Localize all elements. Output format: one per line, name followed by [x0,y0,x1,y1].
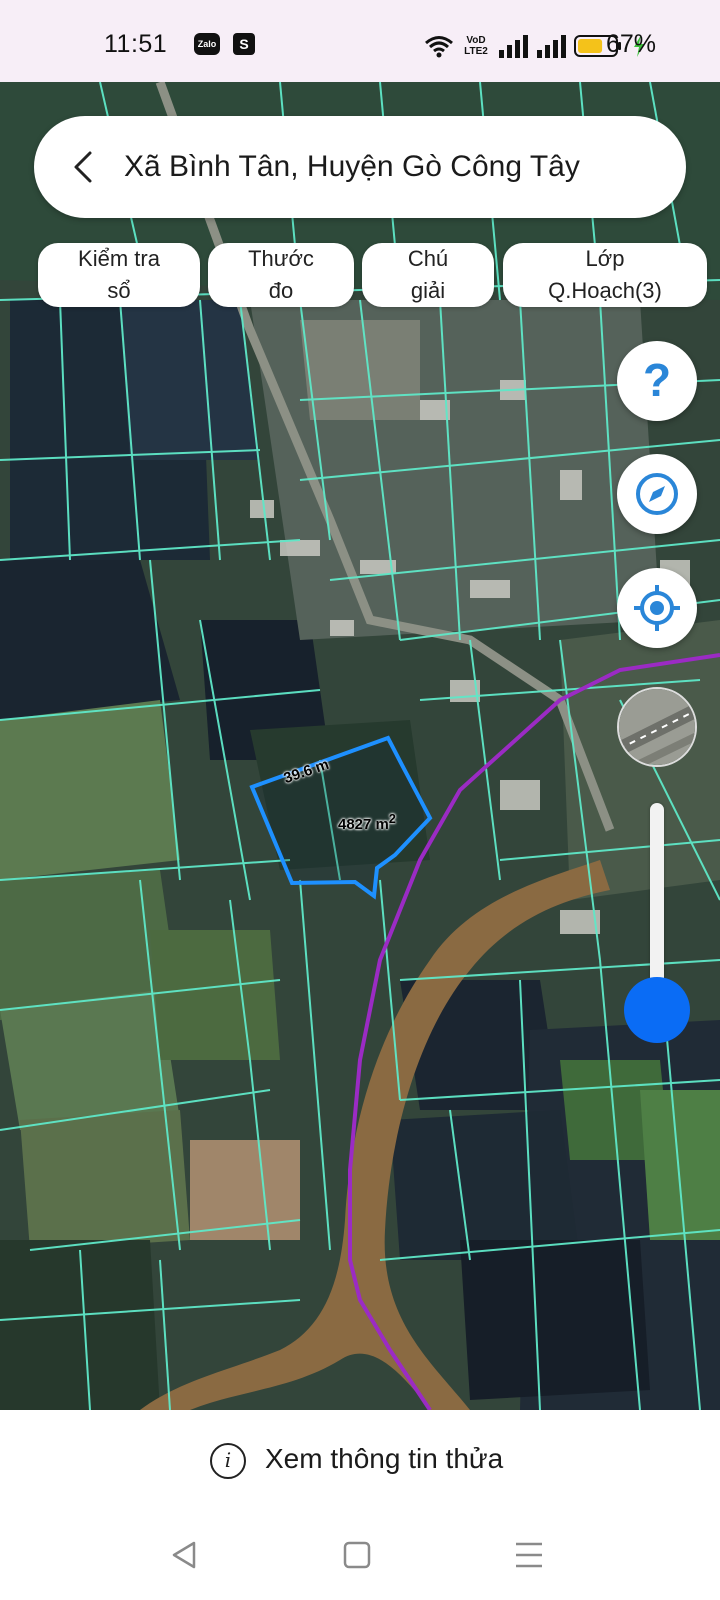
wifi-icon [425,36,453,58]
signal-icon-1 [499,35,528,58]
network-label: VoD LTE2 [464,35,488,57]
battery-percent: 67% [606,30,657,58]
chip-label-line2: đo [268,278,294,303]
compass-button[interactable] [617,454,697,534]
home-square-icon[interactable] [332,1530,382,1580]
info-icon: i [210,1443,246,1479]
status-bar: 11:51 Zalo S VoD LTE2 67% [0,0,720,82]
zalo-notification-icon: Zalo [194,33,220,55]
planning-layer-button[interactable]: Lớp Q.Hoạch(3) [503,243,707,307]
parcel-info-label: Xem thông tin thửa [265,1443,504,1474]
chip-label-line1: Chú [407,246,449,271]
signal-icon-2 [537,35,566,58]
location-title: Xã Bình Tân, Huyện Gò Công Tây [124,150,580,183]
chip-label-line2: sổ [107,278,131,303]
chip-label-line2: giải [410,278,446,303]
question-icon: ? [643,356,671,406]
help-button[interactable]: ? [617,341,697,421]
parcel-area-value: 4827 m [338,816,389,833]
parcel-area-unit: 2 [388,812,396,826]
svg-text:?: ? [643,356,671,406]
locate-icon [634,585,680,631]
legend-button[interactable]: Chú giải [362,243,494,307]
layer-thumbnail[interactable] [617,687,697,767]
zoom-slider-handle[interactable] [624,977,690,1043]
check-book-button[interactable]: Kiểm tra sổ [38,243,200,307]
parcel-area: 4827 m2 [338,812,396,833]
system-nav-bar [0,1510,720,1600]
chip-label-line2: Q.Hoạch(3) [548,278,662,303]
chip-label-line1: Kiểm tra [78,246,160,271]
shop-notification-icon: S [233,33,255,55]
menu-lines-icon[interactable] [504,1530,554,1580]
back-triangle-icon[interactable] [160,1530,210,1580]
chip-label-line1: Thước [248,246,314,271]
locate-button[interactable] [617,568,697,648]
compass-icon [636,473,678,515]
location-header: Xã Bình Tân, Huyện Gò Công Tây [34,116,686,218]
parcel-info-bar[interactable]: i Xem thông tin thửa [0,1410,720,1510]
chevron-left-icon[interactable] [64,147,104,187]
chip-label-line1: Lớp [585,246,625,271]
status-time: 11:51 [104,30,168,58]
measure-button[interactable]: Thước đo [208,243,354,307]
